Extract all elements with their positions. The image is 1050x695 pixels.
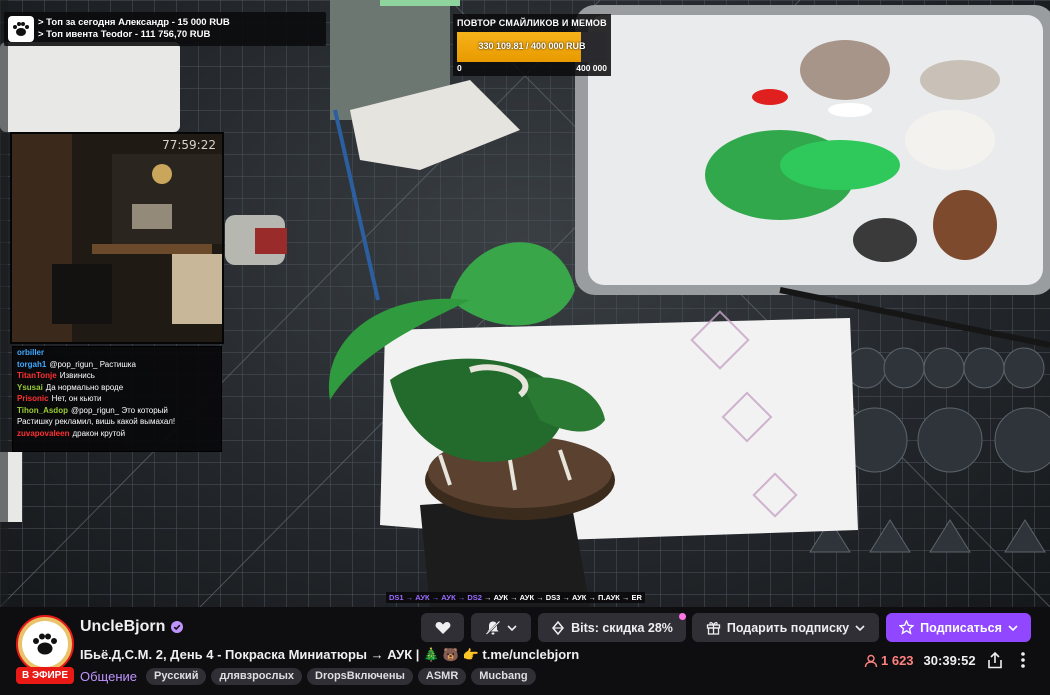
- chat-nick: Ysusai: [17, 382, 43, 392]
- chevron-down-icon: [507, 624, 517, 631]
- avatar-inner: [22, 621, 68, 667]
- bits-gem-icon: [552, 620, 565, 635]
- verified-icon: [171, 621, 184, 633]
- goal-max: 400 000: [576, 63, 607, 73]
- chat-text: Нет, он кьюти: [51, 394, 102, 403]
- stream-uptime: 30:39:52: [923, 653, 976, 668]
- top-today-line: > Топ за сегодня Александр - 15 000 RUB: [38, 17, 230, 28]
- chat-nick: torgah1: [17, 359, 47, 369]
- chat-message: zuvapovaleen дракон крутой: [17, 428, 217, 440]
- tag-chip[interactable]: длявзрослых: [211, 668, 302, 685]
- goal-value: 330 109.81 / 400 000 RUB: [478, 41, 586, 51]
- chat-text: Извинись: [59, 371, 95, 380]
- chat-message: Tihon_Asdop @pop_rigun_ Это который: [17, 405, 217, 417]
- chat-message: Ysusai Да нормально вроде: [17, 382, 217, 394]
- chat-nick: Tihon_Asdop: [17, 405, 68, 415]
- stream-stats: 1 623 30:39:52: [864, 653, 976, 668]
- viewer-count: 1 623: [881, 653, 914, 668]
- bell-icon: [485, 619, 501, 636]
- category-link[interactable]: Общение: [80, 669, 137, 684]
- chat-nick: zuvapovaleen: [17, 428, 70, 438]
- webcam-overlay: 77:59:22: [10, 132, 224, 344]
- goal-title: ПОВТОР СМАЙЛИКОВ И МЕМОВ: [457, 18, 607, 28]
- top-event-line: > Топ ивента Teodor - 111 756,70 RUB: [38, 29, 211, 40]
- chat-text: Да нормально вроде: [45, 382, 124, 392]
- live-badge: В ЭФИРЕ: [16, 667, 74, 684]
- goal-progress-bar: 330 109.81 / 400 000 RUB: [457, 32, 607, 62]
- route-done: DS1 → АУК → АУК → DS2: [389, 593, 482, 602]
- subscribe-button[interactable]: Подписаться: [886, 613, 1031, 642]
- donation-goal: ПОВТОР СМАЙЛИКОВ И МЕМОВ 330 109.81 / 40…: [453, 14, 611, 76]
- tag-chip[interactable]: Русский: [146, 668, 207, 685]
- chat-nick: orbiller: [17, 348, 45, 357]
- channel-name[interactable]: UncleBjorn: [80, 618, 165, 636]
- chat-message: TitanTonje Извинись: [17, 370, 217, 382]
- paw-logo-icon: [8, 16, 34, 42]
- channel-info-bar: В ЭФИРЕ UncleBjorn IБьё.Д.С.М. 2, День 4…: [0, 607, 1050, 695]
- tag-chip[interactable]: ASMR: [417, 668, 467, 685]
- subscribe-label: Подписаться: [920, 620, 1002, 635]
- chat-nick: TitanTonje: [17, 371, 57, 380]
- paw-avatar-icon: [33, 633, 57, 655]
- chat-message: torgah1 @pop_rigun_ Растишка: [17, 359, 217, 371]
- chat-message: Prisonic Нет, он кьюти: [17, 393, 217, 405]
- tag-chip[interactable]: Mucbang: [471, 668, 536, 685]
- star-icon: [899, 620, 915, 635]
- share-icon[interactable]: [987, 652, 1003, 669]
- bits-notification-dot: [679, 613, 686, 620]
- chat-text: Растишку рекламил, вишь какой вымахал!: [17, 417, 176, 426]
- chat-text: дракон крутой: [72, 428, 126, 438]
- stream-page: > Топ за сегодня Александр - 15 000 RUB …: [0, 0, 1050, 695]
- gift-sub-button[interactable]: Подарить подписку: [692, 613, 879, 642]
- chevron-down-icon: [855, 624, 865, 631]
- stream-title: IБьё.Д.С.М. 2, День 4 - Покраска Миниатю…: [80, 647, 580, 662]
- stream-route-markers: DS1 → АУК → АУК → DS2 → АУК → АУК → DS3 …: [386, 592, 645, 603]
- chat-nick: Prisonic: [17, 394, 49, 403]
- chat-text: @pop_rigun_ Это который: [70, 405, 168, 415]
- viewer-icon: [864, 654, 878, 667]
- chat-overlay: orbiller torgah1 @pop_rigun_ Растишка Titan…: [12, 346, 222, 452]
- chat-message: orbiller: [17, 347, 217, 359]
- notifications-button[interactable]: [471, 613, 531, 642]
- video-player[interactable]: > Топ за сегодня Александр - 15 000 RUB …: [0, 0, 1050, 607]
- route-todo: → АУК → АУК → DS3 → АУК → П.АУК → ER: [481, 593, 642, 602]
- chat-text: @pop_rigun_ Растишка: [49, 359, 136, 369]
- tag-chip[interactable]: DropsВключены: [307, 668, 413, 685]
- more-options-icon[interactable]: [1018, 651, 1028, 669]
- webcam-room-image: [12, 134, 222, 342]
- bits-button[interactable]: Bits: скидка 28%: [538, 613, 686, 642]
- gift-label: Подарить подписку: [726, 620, 850, 635]
- goal-scale: 0 400 000: [457, 63, 607, 73]
- webcam-timer: 77:59:22: [162, 138, 216, 152]
- chat-message: Растишку рекламил, вишь какой вымахал!: [17, 416, 217, 428]
- heart-icon: [435, 621, 450, 634]
- follow-button[interactable]: [421, 613, 464, 642]
- chevron-down-icon: [1008, 624, 1018, 631]
- top-donators-overlay: > Топ за сегодня Александр - 15 000 RUB …: [4, 12, 326, 46]
- gift-icon: [706, 622, 720, 635]
- channel-name-row: UncleBjorn: [80, 618, 184, 636]
- channel-avatar[interactable]: [16, 615, 74, 673]
- top-donators-lines: > Топ за сегодня Александр - 15 000 RUB …: [38, 17, 230, 41]
- bits-label: Bits: скидка 28%: [571, 620, 673, 635]
- goal-min: 0: [457, 63, 462, 73]
- category-tags-row: Общение Русский длявзрослых DropsВключен…: [80, 668, 536, 685]
